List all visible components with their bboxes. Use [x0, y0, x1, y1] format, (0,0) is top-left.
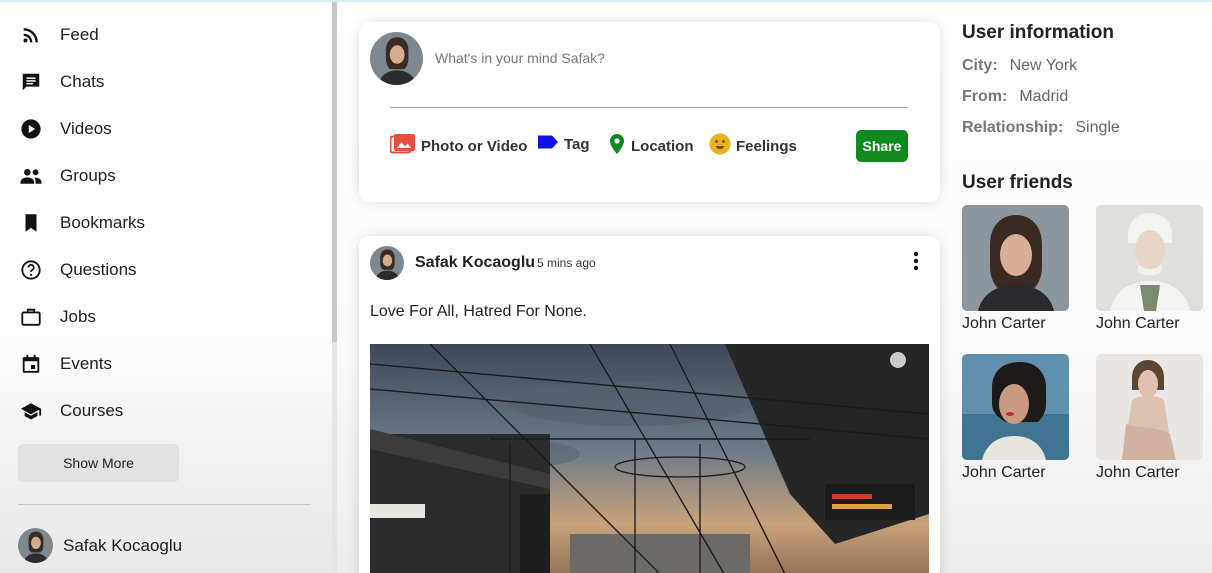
- sidebar-item-label: Questions: [60, 260, 137, 279]
- sidebar-item-label: Jobs: [60, 307, 96, 326]
- sidebar-item-bookmarks[interactable]: Bookmarks: [18, 210, 308, 236]
- info-key: From:: [962, 88, 1008, 105]
- school-icon: [18, 398, 44, 424]
- sidebar-item-jobs[interactable]: Jobs: [18, 304, 308, 330]
- sidebar-item-label: Bookmarks: [60, 213, 146, 232]
- friend-name: John Carter: [962, 315, 1046, 332]
- rss-feed-icon: [18, 22, 44, 48]
- show-more-button[interactable]: Show More: [18, 444, 179, 482]
- sidebar-item-groups[interactable]: Groups: [18, 163, 308, 189]
- sidebar-item-label: Courses: [60, 401, 124, 420]
- friend-name: John Carter: [1096, 464, 1180, 481]
- info-key: Relationship:: [962, 119, 1064, 136]
- post-author-name[interactable]: Safak Kocaoglu: [415, 254, 535, 272]
- group-icon: [18, 163, 44, 189]
- friend-item[interactable]: John Carter: [1096, 354, 1204, 482]
- share-input[interactable]: [435, 50, 835, 66]
- post-text: Love For All, Hatred For None.: [370, 303, 587, 320]
- briefcase-icon: [18, 304, 44, 330]
- share-divider: [390, 107, 908, 108]
- info-value: New York: [1009, 57, 1078, 74]
- friend-name: John Carter: [1096, 315, 1180, 332]
- friend-photo: [1096, 205, 1203, 311]
- smiley-icon: [709, 133, 731, 160]
- sidebar-item-label: Events: [60, 354, 112, 373]
- sidebar-user[interactable]: Safak Kocaoglu: [18, 528, 182, 563]
- info-value: Single: [1075, 119, 1120, 136]
- friend-item[interactable]: John Carter: [962, 354, 1070, 482]
- sidebar-item-videos[interactable]: Videos: [18, 116, 308, 142]
- share-button[interactable]: Share: [856, 130, 908, 162]
- share-option-feelings[interactable]: Feelings: [709, 133, 797, 160]
- left-sidebar: Feed Chats Videos Groups Bookmarks Quest…: [0, 2, 332, 573]
- share-option-label: Location: [631, 138, 694, 155]
- share-option-label: Photo or Video: [421, 138, 528, 155]
- friend-item[interactable]: John Carter: [1096, 205, 1204, 333]
- help-circle-icon: [18, 257, 44, 283]
- user-information-title: User information: [962, 22, 1115, 43]
- share-box: Photo or Video Tag Location Feelings Sha…: [359, 22, 940, 202]
- sidebar-item-questions[interactable]: Questions: [18, 257, 308, 283]
- info-row-city: City: New York: [962, 57, 1077, 75]
- chat-icon: [18, 69, 44, 95]
- sidebar-item-label: Feed: [60, 25, 99, 44]
- sidebar-item-courses[interactable]: Courses: [18, 398, 308, 424]
- calendar-icon: [18, 351, 44, 377]
- friend-photo: [962, 205, 1069, 311]
- share-option-label: Feelings: [736, 138, 797, 155]
- info-row-from: From: Madrid: [962, 88, 1068, 106]
- photo-library-icon: [389, 133, 416, 160]
- more-vert-icon[interactable]: [907, 250, 925, 272]
- post-timestamp: 5 mins ago: [537, 256, 596, 270]
- friend-photo: [962, 354, 1069, 460]
- share-option-label: Tag: [564, 136, 590, 153]
- sidebar-item-label: Videos: [60, 119, 112, 138]
- friend-name: John Carter: [962, 464, 1046, 481]
- bookmark-icon: [18, 210, 44, 236]
- friend-photo: [1096, 354, 1203, 460]
- info-value: Madrid: [1019, 88, 1069, 105]
- share-option-tag[interactable]: Tag: [537, 133, 590, 156]
- sidebar-item-chats[interactable]: Chats: [18, 69, 308, 95]
- label-icon: [537, 133, 559, 156]
- sidebar-divider: [18, 504, 311, 505]
- post-image[interactable]: [370, 344, 929, 573]
- location-pin-icon: [608, 133, 626, 160]
- share-option-location[interactable]: Location: [608, 133, 694, 160]
- sidebar-item-label: Groups: [60, 166, 116, 185]
- share-option-photo-video[interactable]: Photo or Video: [389, 133, 528, 160]
- avatar: [18, 528, 53, 563]
- avatar[interactable]: [370, 246, 404, 280]
- sidebar-user-name: Safak Kocaoglu: [63, 535, 183, 555]
- info-key: City:: [962, 57, 998, 74]
- friend-item[interactable]: John Carter: [962, 205, 1070, 333]
- sidebar-item-label: Chats: [60, 72, 105, 91]
- play-circle-icon: [18, 116, 44, 142]
- post-card: Safak Kocaoglu 5 mins ago Love For All, …: [359, 236, 940, 573]
- sidebar-item-feed[interactable]: Feed: [18, 22, 308, 48]
- sidebar-item-events[interactable]: Events: [18, 351, 308, 377]
- avatar: [370, 32, 423, 85]
- user-friends-title: User friends: [962, 172, 1073, 193]
- info-row-relationship: Relationship: Single: [962, 119, 1120, 137]
